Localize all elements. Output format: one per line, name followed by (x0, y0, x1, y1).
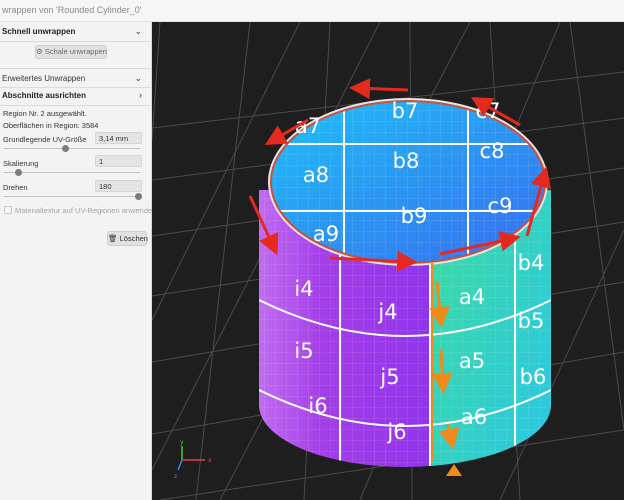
region-selected-text: Region Nr. 2 ausgewählt. (3, 109, 87, 118)
uv-side-cell-i5: i5 (294, 339, 313, 363)
section-align-sections[interactable]: Abschnitte ausrichten › (0, 86, 152, 106)
section-advanced-unwrap-label: Erweitertes Unwrappen (2, 74, 86, 83)
uv-top-cell-a9: a9 (313, 222, 339, 246)
svg-text:z: z (174, 473, 177, 480)
svg-text:y: y (180, 439, 184, 446)
section-align-sections-label: Abschnitte ausrichten (2, 91, 87, 100)
uv-top-cell-b7: b7 (392, 99, 419, 123)
uv-side-cell-i6: i6 (308, 394, 327, 418)
uv-side-cell-j6: j6 (386, 420, 406, 444)
uv-side-cell-b4: b4 (518, 251, 545, 275)
uv-side-cell-j4: j4 (377, 300, 397, 324)
svg-text:x: x (208, 457, 212, 464)
section-quick-unwrap-label: Schnell unwrappen (2, 27, 76, 36)
uv-side-cell-i4: i4 (294, 277, 313, 301)
uv-top-cell-b8: b8 (393, 149, 420, 173)
uv-size-slider[interactable] (4, 145, 140, 152)
rotate-label: Drehen (3, 183, 28, 192)
unwrap-panel: Schnell unwrappen ⌄ ⚙ Schale unwrappen E… (0, 22, 156, 500)
uv-size-field[interactable]: 3,14 mm (95, 132, 142, 144)
surfaces-count-text: Oberflächen in Region: 3584 (3, 121, 99, 130)
scale-slider[interactable] (4, 169, 140, 176)
scale-field[interactable]: 1 (95, 155, 142, 167)
xyz-axis-icon: y x z (174, 439, 212, 480)
3d-viewport[interactable]: a7 b7 c7 a8 b8 c8 a9 b9 c9 i4 j4 a4 b4 i5 j5 a5 b5 i6 j6 a… (152, 22, 624, 500)
arrow-seam-2 (431, 349, 453, 394)
material-texture-label: Materialtextur auf UV-Regionen anwenden (15, 206, 157, 215)
unwrap-shell-button[interactable]: ⚙ Schale unwrappen (35, 45, 107, 59)
scale-slider-knob[interactable] (15, 169, 22, 176)
uv-top-cell-c9: c9 (488, 194, 513, 218)
trash-icon: 🗑 (108, 234, 118, 243)
uv-side-cell-a5: a5 (459, 349, 485, 373)
uv-side-cell-j5: j5 (379, 365, 399, 389)
uv-side-cell-a4: a4 (459, 285, 485, 309)
delete-button[interactable]: 🗑 Löschen (107, 231, 148, 246)
chevron-down-icon[interactable]: ⌄ (134, 26, 142, 37)
unwrap-shell-button-label: Schale unwrappen (44, 47, 107, 56)
seam-marker-icon[interactable] (446, 464, 462, 476)
uv-side-cell-a6: a6 (461, 405, 487, 429)
viewport-scene[interactable]: a7b7 c7a8b8 c8a9b9 c9 i4j4a4b4i5j5a5b5i6j6a… (152, 22, 624, 500)
rotate-slider-knob[interactable] (135, 193, 142, 200)
uv-size-label: Grundlegende UV-Größe (3, 135, 87, 144)
delete-button-label: Löschen (119, 234, 148, 243)
uv-side-cell-b5: b5 (518, 309, 545, 333)
window-title: wrappen von 'Rounded Cylinder_0' (2, 5, 142, 15)
window-titlebar: wrappen von 'Rounded Cylinder_0' (0, 0, 624, 22)
uv-top-cell-a8: a8 (303, 163, 329, 187)
section-advanced-unwrap[interactable]: Erweitertes Unwrappen ⌄ (0, 68, 152, 88)
rotate-slider[interactable] (4, 193, 142, 200)
rotate-field[interactable]: 180 (95, 180, 142, 192)
unwrap-icon: ⚙ (36, 47, 43, 56)
uv-side-cell-b6: b6 (520, 365, 547, 389)
arrow-top-left (349, 78, 409, 100)
uv-top-cell-b9: b9 (401, 204, 428, 228)
chevron-right-icon[interactable]: › (139, 90, 142, 100)
section-quick-unwrap[interactable]: Schnell unwrappen ⌄ (0, 22, 152, 42)
uv-top-cell-c8: c8 (480, 139, 505, 163)
chevron-down-icon[interactable]: ⌄ (134, 73, 142, 84)
uv-size-slider-knob[interactable] (62, 145, 69, 152)
material-texture-checkbox[interactable] (4, 206, 12, 214)
scale-label: Skalierung (3, 159, 39, 168)
